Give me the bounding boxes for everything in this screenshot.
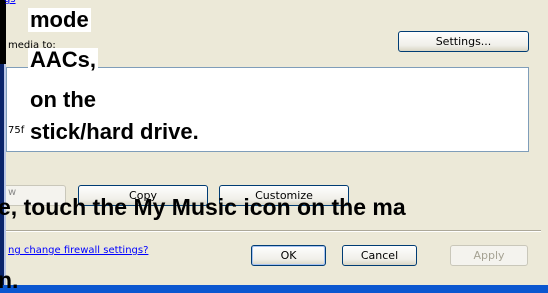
dialog-bottom-border bbox=[0, 285, 548, 293]
caption-line-1: mode bbox=[28, 7, 91, 32]
separator bbox=[6, 230, 541, 232]
caption-line-5: e, touch the My Music icon on the ma bbox=[0, 194, 406, 220]
left-dark-tab bbox=[0, 0, 6, 64]
hex-fragment: 75f bbox=[8, 125, 25, 136]
firewall-help-link[interactable]: ng change firewall settings? bbox=[8, 245, 148, 256]
caption-line-6: n. bbox=[0, 267, 19, 293]
apply-button[interactable]: Apply bbox=[450, 245, 528, 266]
dialog-window: gs media to: Settings... 75f w Copy Cust… bbox=[0, 0, 548, 293]
caption-line-2: AACs, bbox=[28, 47, 99, 72]
cancel-button[interactable]: Cancel bbox=[342, 245, 417, 266]
caption-line-4: stick/hard drive. bbox=[30, 119, 199, 144]
caption-line-3: on the bbox=[30, 87, 96, 112]
top-link[interactable]: gs bbox=[4, 0, 16, 5]
settings-button[interactable]: Settings... bbox=[398, 31, 529, 52]
ok-button[interactable]: OK bbox=[251, 245, 326, 266]
